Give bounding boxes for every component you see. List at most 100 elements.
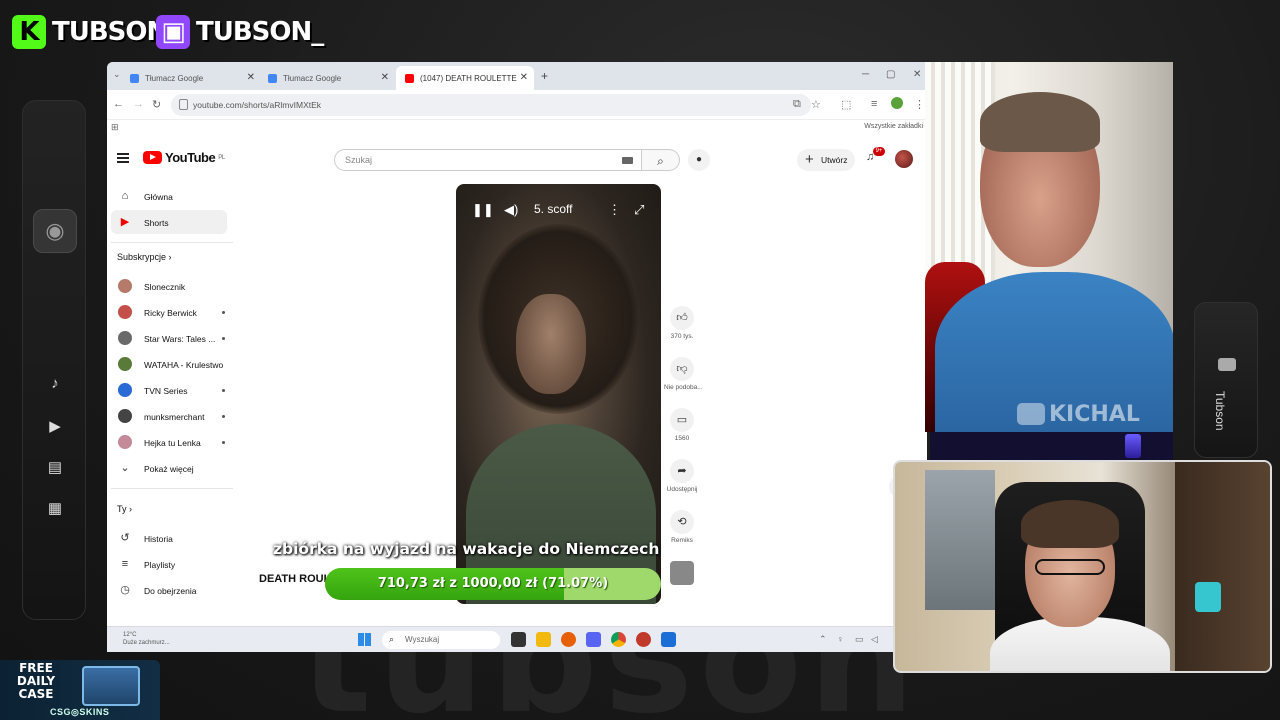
- maximize-button[interactable]: ▢: [886, 69, 895, 80]
- tab-google-translate-2[interactable]: Tłumacz Google ✕: [259, 66, 395, 90]
- close-tab-icon[interactable]: ✕: [520, 72, 528, 83]
- channel-avatar: [118, 383, 132, 397]
- home-icon: ⌂: [121, 190, 129, 202]
- channel-avatar: [118, 279, 132, 293]
- pixel-character-icon: [1125, 434, 1141, 458]
- channel-avatar: [118, 357, 132, 371]
- url-field[interactable]: youtube.com/shorts/aRlmvIMXtEk: [171, 94, 811, 116]
- comments-button[interactable]: ▭ 1560: [664, 408, 700, 442]
- forward-button[interactable]: →: [133, 98, 144, 110]
- twitch-logo-icon: ▣: [156, 15, 190, 49]
- install-app-icon[interactable]: ⧉: [793, 98, 801, 111]
- volume-icon[interactable]: ◀): [504, 202, 518, 218]
- short-channel-title: DEATH ROUL: [259, 573, 331, 585]
- close-tab-icon[interactable]: ✕: [247, 72, 255, 83]
- chevron-right-icon: ›: [129, 504, 133, 514]
- sidebar-item-shorts[interactable]: ▶ Shorts: [111, 210, 227, 234]
- extensions-icon[interactable]: ⬚: [841, 98, 851, 111]
- sidebar-item-subscription[interactable]: munksmerchant: [111, 404, 227, 428]
- new-content-dot: [222, 441, 225, 444]
- menu-hamburger-icon[interactable]: [117, 153, 129, 163]
- you-header[interactable]: Ty ›: [117, 504, 132, 514]
- minimize-button[interactable]: ─: [862, 69, 869, 80]
- webcam-feed-kichal: KICHAL: [925, 62, 1173, 432]
- close-tab-icon[interactable]: ✕: [381, 72, 389, 83]
- file-explorer-icon[interactable]: [536, 632, 551, 647]
- microphone-tray-icon[interactable]: ♀: [837, 634, 844, 644]
- webcam-feed-tubson: [893, 460, 1272, 673]
- search-input[interactable]: Szukaj: [334, 149, 642, 171]
- tab-youtube-short[interactable]: (1047) DEATH ROULETTE ✕: [396, 66, 534, 90]
- all-bookmarks-link[interactable]: Wszystkie zakładki: [864, 123, 923, 130]
- browser-menu-icon[interactable]: ⋮: [914, 98, 925, 111]
- remix-button[interactable]: ⟲ Remiks: [664, 510, 700, 544]
- fullscreen-icon[interactable]: ⤢: [634, 202, 644, 218]
- sidebar-item-subscription[interactable]: WATAHA - Krulestwo: [111, 352, 227, 376]
- tab-google-translate-1[interactable]: Tłumacz Google ✕: [121, 66, 261, 90]
- kick-channel-badge: K TUBSON: [12, 14, 168, 50]
- tab-search-icon[interactable]: ⌄: [113, 69, 121, 80]
- steam-icon[interactable]: [661, 632, 676, 647]
- translate-favicon-icon: [130, 74, 139, 83]
- firefox-icon[interactable]: [561, 632, 576, 647]
- share-button[interactable]: ➦ Udostępnij: [664, 459, 700, 493]
- sidebar-item-playlists[interactable]: ≡ Playlisty: [111, 552, 227, 576]
- close-window-button[interactable]: ✕: [913, 69, 921, 80]
- sidebar-item-subscription[interactable]: TVN Series: [111, 378, 227, 402]
- search-icon: ⌕: [389, 634, 395, 644]
- browser-window: ⌄ Tłumacz Google ✕ Tłumacz Google ✕ (104…: [107, 62, 927, 652]
- new-tab-button[interactable]: +: [541, 69, 548, 83]
- sound-button[interactable]: [664, 561, 700, 585]
- youtube-logo[interactable]: YouTube PL: [143, 150, 225, 165]
- clapperboard-icon: ▤: [47, 459, 63, 476]
- sidebar-item-subscription[interactable]: Slonecznik: [111, 274, 227, 298]
- comment-icon: ▭: [670, 408, 694, 432]
- search-button[interactable]: ⌕: [642, 149, 680, 171]
- task-view-icon[interactable]: [511, 632, 526, 647]
- voice-search-icon[interactable]: ●: [688, 149, 710, 171]
- back-button[interactable]: ←: [113, 98, 124, 110]
- notifications-bell-icon[interactable]: ♫ 9+: [866, 147, 885, 163]
- bookmark-star-icon[interactable]: ☆: [811, 98, 821, 111]
- kick-logo-icon: K: [12, 15, 46, 49]
- sidebar-item-watch-later[interactable]: ◷ Do obejrzenia: [111, 578, 227, 602]
- tray-expand-icon[interactable]: ⌃: [819, 634, 827, 645]
- downloads-icon[interactable]: ≡: [871, 98, 877, 110]
- speaker-tray-icon[interactable]: ◁: [871, 634, 878, 645]
- more-options-icon[interactable]: ⋮: [608, 202, 621, 218]
- address-bar: ← → ↻ youtube.com/shorts/aRlmvIMXtEk ⧉ ☆…: [107, 90, 927, 120]
- like-button[interactable]: 👍︎ 370 tys.: [664, 306, 700, 340]
- reload-button[interactable]: ↻: [152, 98, 161, 111]
- remix-icon: ⟲: [670, 510, 694, 534]
- profile-avatar[interactable]: [891, 97, 903, 109]
- taskbar-search-input[interactable]: ⌕ Wyszukaj: [382, 631, 500, 649]
- pause-icon[interactable]: ❚❚: [472, 202, 494, 218]
- dislike-button[interactable]: 👎︎ Nie podoba...: [664, 357, 703, 391]
- site-info-icon[interactable]: [179, 99, 188, 110]
- sidebar-item-history[interactable]: ↺ Historia: [111, 526, 227, 550]
- create-button[interactable]: Utwórz: [797, 149, 855, 171]
- network-tray-icon[interactable]: ▭: [855, 634, 864, 645]
- sidebar-item-home[interactable]: ⌂ Główna: [111, 184, 227, 208]
- sidebar-item-subscription[interactable]: Star Wars: Tales ...: [111, 326, 227, 350]
- keyboard-icon[interactable]: [622, 157, 633, 164]
- sidebar-item-subscription[interactable]: Hejka tu Lenka: [111, 430, 227, 454]
- chrome-icon[interactable]: [611, 632, 626, 647]
- weather-widget[interactable]: 12°C Duże zachmurz...: [123, 631, 170, 647]
- youtube-icon: [1218, 358, 1236, 371]
- sidebar-item-subscription[interactable]: Ricky Berwick: [111, 300, 227, 324]
- discord-icon[interactable]: [586, 632, 601, 647]
- subscriptions-header[interactable]: Subskrypcje ›: [117, 252, 172, 262]
- show-more-button[interactable]: ⌄ Pokaż więcej: [111, 456, 227, 480]
- donation-goal-text: 710,73 zł z 1000,00 zł (71.07%): [377, 576, 609, 591]
- webcam-shelf: [1175, 462, 1270, 671]
- windows-start-icon[interactable]: [358, 633, 371, 646]
- obs-icon[interactable]: [636, 632, 651, 647]
- notification-badge: 9+: [873, 147, 885, 156]
- share-arrow-icon: ➦: [670, 459, 694, 483]
- account-avatar[interactable]: [895, 150, 913, 168]
- chevron-right-icon: ›: [168, 252, 172, 262]
- apps-grid-icon[interactable]: ⊞: [111, 122, 119, 133]
- free-daily-case-promo: FREE DAILY CASE CSG◎SKINS: [0, 660, 160, 720]
- thumbs-up-icon: 👍︎: [670, 306, 694, 330]
